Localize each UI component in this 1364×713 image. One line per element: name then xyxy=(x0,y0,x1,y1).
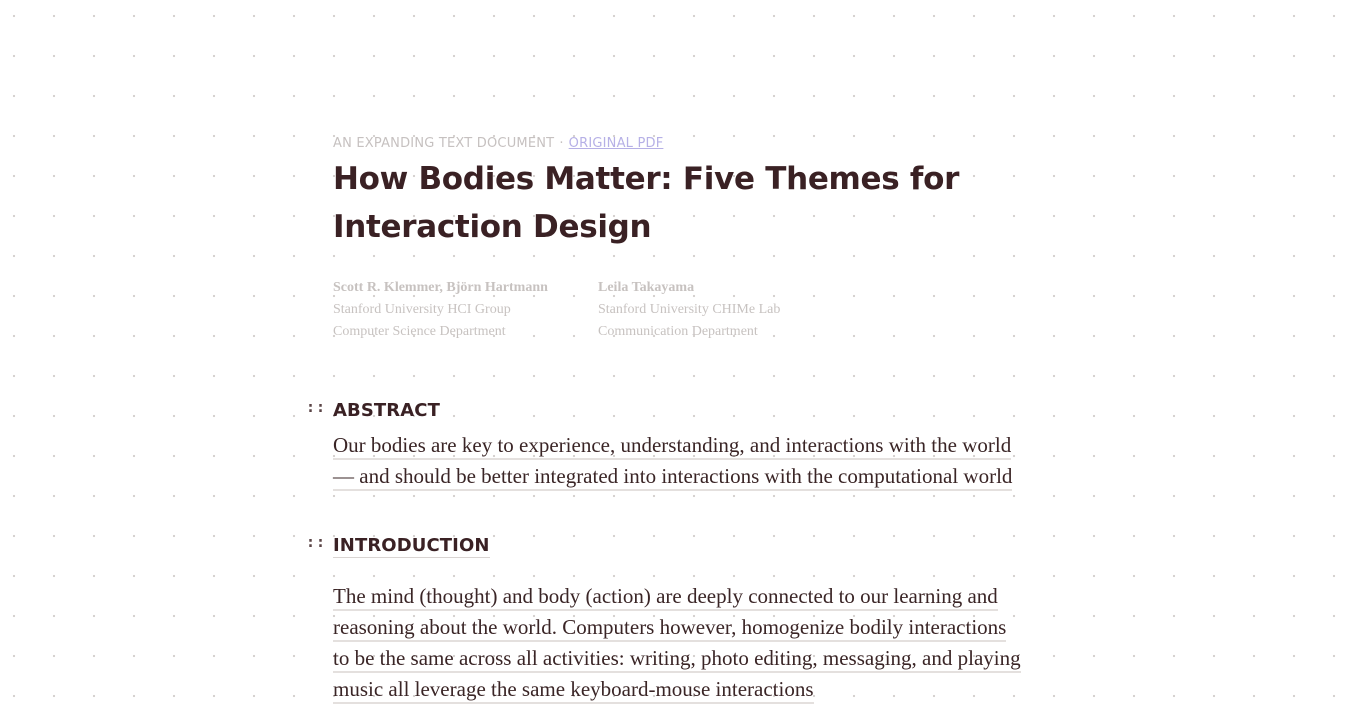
drag-handle-icon[interactable]: :: xyxy=(306,533,326,551)
authors: Scott R. Klemmer, Björn Hartmann Stanfor… xyxy=(333,277,863,343)
section-heading-label: ABSTRACT xyxy=(333,400,440,421)
author-department: Computer Science Department xyxy=(333,324,506,339)
document-eyebrow: AN EXPANDING TEXT DOCUMENT · ORIGINAL PDF xyxy=(333,136,663,151)
expandable-line[interactable]: — and should be better integrated into i… xyxy=(333,464,1013,491)
author-names: Scott R. Klemmer, Björn Hartmann xyxy=(333,280,548,295)
section-heading-abstract: ABSTRACT xyxy=(333,399,440,423)
author-block: Leila Takayama Stanford University CHIMe… xyxy=(598,277,863,343)
author-names: Leila Takayama xyxy=(598,280,695,295)
abstract-paragraph: Our bodies are key to experience, unders… xyxy=(333,430,1038,492)
expandable-line[interactable]: The mind (thought) and body (action) are… xyxy=(333,584,998,611)
section-heading-introduction: INTRODUCTION xyxy=(333,534,490,558)
author-affiliation: Stanford University HCI Group xyxy=(333,302,511,317)
expandable-line[interactable]: reasoning about the world. Computers how… xyxy=(333,615,1007,642)
expandable-line[interactable]: Our bodies are key to experience, unders… xyxy=(333,433,1012,460)
document-title: How Bodies Matter: Five Themes for Inter… xyxy=(333,161,960,245)
eyebrow-label: AN EXPANDING TEXT DOCUMENT xyxy=(333,136,555,151)
expandable-line[interactable]: music all leverage the same keyboard-mou… xyxy=(333,677,814,704)
drag-handle-icon[interactable]: :: xyxy=(306,398,326,416)
author-affiliation: Stanford University CHIMe Lab xyxy=(598,302,781,317)
expandable-line[interactable]: to be the same across all activities: wr… xyxy=(333,646,1021,673)
author-block: Scott R. Klemmer, Björn Hartmann Stanfor… xyxy=(333,277,598,343)
eyebrow-separator: · xyxy=(559,136,564,151)
author-department: Communication Department xyxy=(598,324,758,339)
introduction-paragraph: The mind (thought) and body (action) are… xyxy=(333,581,1038,705)
section-heading-label[interactable]: INTRODUCTION xyxy=(333,535,490,558)
original-pdf-link[interactable]: ORIGINAL PDF xyxy=(569,136,664,151)
